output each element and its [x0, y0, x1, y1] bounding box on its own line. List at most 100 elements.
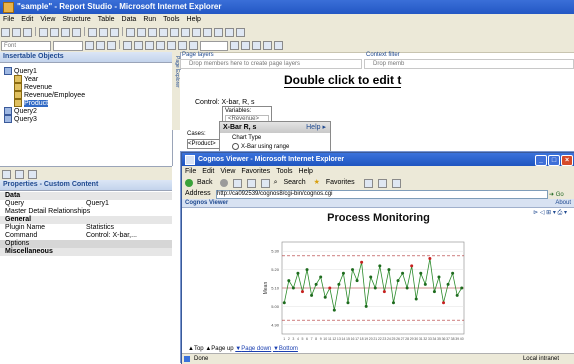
tree-item-year[interactable]: Year	[14, 75, 38, 83]
stop-icon[interactable]	[232, 179, 242, 188]
format-icon[interactable]	[274, 41, 283, 50]
page-layers-dropzone[interactable]: Page layers Drop members here to create …	[180, 52, 362, 69]
page-navigation: ▲Top ▲Page up ▼Page down ▼Bottom	[182, 345, 574, 353]
style-icon[interactable]	[263, 41, 272, 50]
margin-icon[interactable]	[252, 41, 261, 50]
filter-icon[interactable]	[126, 28, 135, 37]
property-row-query[interactable]: Query Query1	[0, 200, 172, 208]
help-icon[interactable]	[236, 28, 245, 37]
cases-field[interactable]: <Product>	[187, 139, 222, 149]
menu-file[interactable]: File	[185, 168, 196, 175]
tree-item-query1[interactable]: Query1	[4, 67, 37, 75]
run-report-icon[interactable]	[110, 28, 119, 37]
bold-icon[interactable]	[85, 41, 94, 50]
align-right-icon[interactable]	[145, 41, 154, 50]
tree-item-query3[interactable]: Query3	[4, 115, 37, 123]
nav-page-down-link[interactable]: ▼Page down	[235, 346, 271, 352]
copy-icon[interactable]	[50, 28, 59, 37]
property-row-master-detail[interactable]: Master Detail Relationships	[0, 208, 172, 216]
delete-icon[interactable]	[72, 28, 81, 37]
justify-icon[interactable]	[156, 41, 165, 50]
menu-view[interactable]: View	[40, 16, 55, 23]
back-button[interactable]: Back	[197, 179, 213, 186]
border-width-combo[interactable]	[200, 41, 228, 51]
save-icon[interactable]	[23, 28, 32, 37]
tree-item-query2[interactable]: Query2	[4, 107, 37, 115]
menu-edit[interactable]: Edit	[202, 168, 214, 175]
open-icon[interactable]	[12, 28, 21, 37]
align-center-icon[interactable]	[134, 41, 143, 50]
menu-data[interactable]: Data	[122, 16, 137, 23]
undo-icon[interactable]	[88, 28, 97, 37]
address-input[interactable]: http://ca092539/cognos8/cgi-bin/cognos.c…	[216, 190, 548, 199]
control-command-label: Control: X-bar, R, s	[195, 99, 255, 106]
font-size-combo[interactable]	[53, 41, 83, 51]
nav-bottom-link[interactable]: ▼Bottom	[273, 346, 298, 352]
forward-arrow-icon[interactable]	[219, 179, 228, 187]
font-color-icon[interactable]	[189, 41, 198, 50]
refresh-icon[interactable]	[246, 179, 256, 188]
redo-icon[interactable]	[99, 28, 108, 37]
tree-item-revenue[interactable]: Revenue	[14, 83, 52, 91]
property-section-general[interactable]: General	[0, 216, 172, 224]
menu-tools[interactable]: Tools	[163, 16, 179, 23]
insert-chart-icon[interactable]	[214, 28, 223, 37]
favorites-button[interactable]: ★ Favorites	[314, 179, 359, 186]
align-left-icon[interactable]	[123, 41, 132, 50]
menu-tools[interactable]: Tools	[276, 168, 292, 175]
maximize-icon[interactable]: □	[548, 155, 560, 166]
menu-run[interactable]: Run	[143, 16, 156, 23]
close-icon[interactable]: ×	[561, 155, 573, 166]
font-combo[interactable]: Font	[1, 41, 51, 51]
menu-edit[interactable]: Edit	[21, 16, 33, 23]
print-icon[interactable]	[391, 179, 401, 188]
home-icon[interactable]	[260, 179, 270, 188]
nav-page-up-link[interactable]: ▲Page up	[205, 346, 233, 352]
border-icon[interactable]	[167, 41, 176, 50]
menu-file[interactable]: File	[3, 16, 14, 23]
chart-icon[interactable]	[181, 28, 190, 37]
menu-view[interactable]: View	[220, 168, 235, 175]
insert-table-icon[interactable]	[203, 28, 212, 37]
report-title-placeholder[interactable]: Double click to edit t	[284, 73, 402, 88]
underline-icon[interactable]	[107, 41, 116, 50]
sort-icon[interactable]	[137, 28, 146, 37]
tree-item-revenue-employee[interactable]: Revenue/Employee	[14, 91, 85, 99]
swap-icon[interactable]	[170, 28, 179, 37]
property-section-data[interactable]: Data	[0, 192, 172, 200]
xbar-range-option[interactable]: X-Bar using range	[220, 143, 330, 150]
context-filter-dropzone[interactable]: Context filter Drop memb	[364, 52, 574, 69]
padding-icon[interactable]	[241, 41, 250, 50]
tree-item-product[interactable]: Product	[14, 99, 49, 107]
italic-icon[interactable]	[96, 41, 105, 50]
xbar-help-link[interactable]: Help ▸	[306, 122, 326, 133]
property-row-plugin-name[interactable]: Plugin Name Statistics	[0, 224, 172, 232]
fill-color-icon[interactable]	[178, 41, 187, 50]
source-tab-icon[interactable]	[2, 170, 11, 179]
properties-icon[interactable]	[225, 28, 234, 37]
menu-table[interactable]: Table	[98, 16, 115, 23]
data-items-tab-icon[interactable]	[15, 170, 24, 179]
mail-icon[interactable]	[377, 179, 387, 188]
menu-structure[interactable]: Structure	[62, 16, 90, 23]
group-icon[interactable]	[159, 28, 168, 37]
summarize-icon[interactable]	[148, 28, 157, 37]
line-color-icon[interactable]	[230, 41, 239, 50]
property-section-miscellaneous[interactable]: Miscellaneous	[0, 248, 172, 256]
menu-help[interactable]: Help	[187, 16, 201, 23]
cut-icon[interactable]	[39, 28, 48, 37]
paste-icon[interactable]	[61, 28, 70, 37]
new-icon[interactable]	[1, 28, 10, 37]
nav-top-link[interactable]: ▲Top	[188, 346, 204, 352]
history-icon[interactable]	[363, 179, 373, 188]
menu-help[interactable]: Help	[299, 168, 313, 175]
search-button[interactable]: ⌕ Search	[274, 179, 310, 186]
back-arrow-icon[interactable]	[185, 179, 193, 187]
minimize-icon[interactable]: _	[535, 155, 547, 166]
about-link[interactable]: About	[555, 199, 571, 207]
toolbox-tab-icon[interactable]	[28, 170, 37, 179]
menu-favorites[interactable]: Favorites	[241, 168, 270, 175]
property-row-command[interactable]: Command Control: X-bar,...	[0, 232, 172, 240]
property-row-options[interactable]: Options	[0, 240, 172, 248]
lock-icon[interactable]	[192, 28, 201, 37]
